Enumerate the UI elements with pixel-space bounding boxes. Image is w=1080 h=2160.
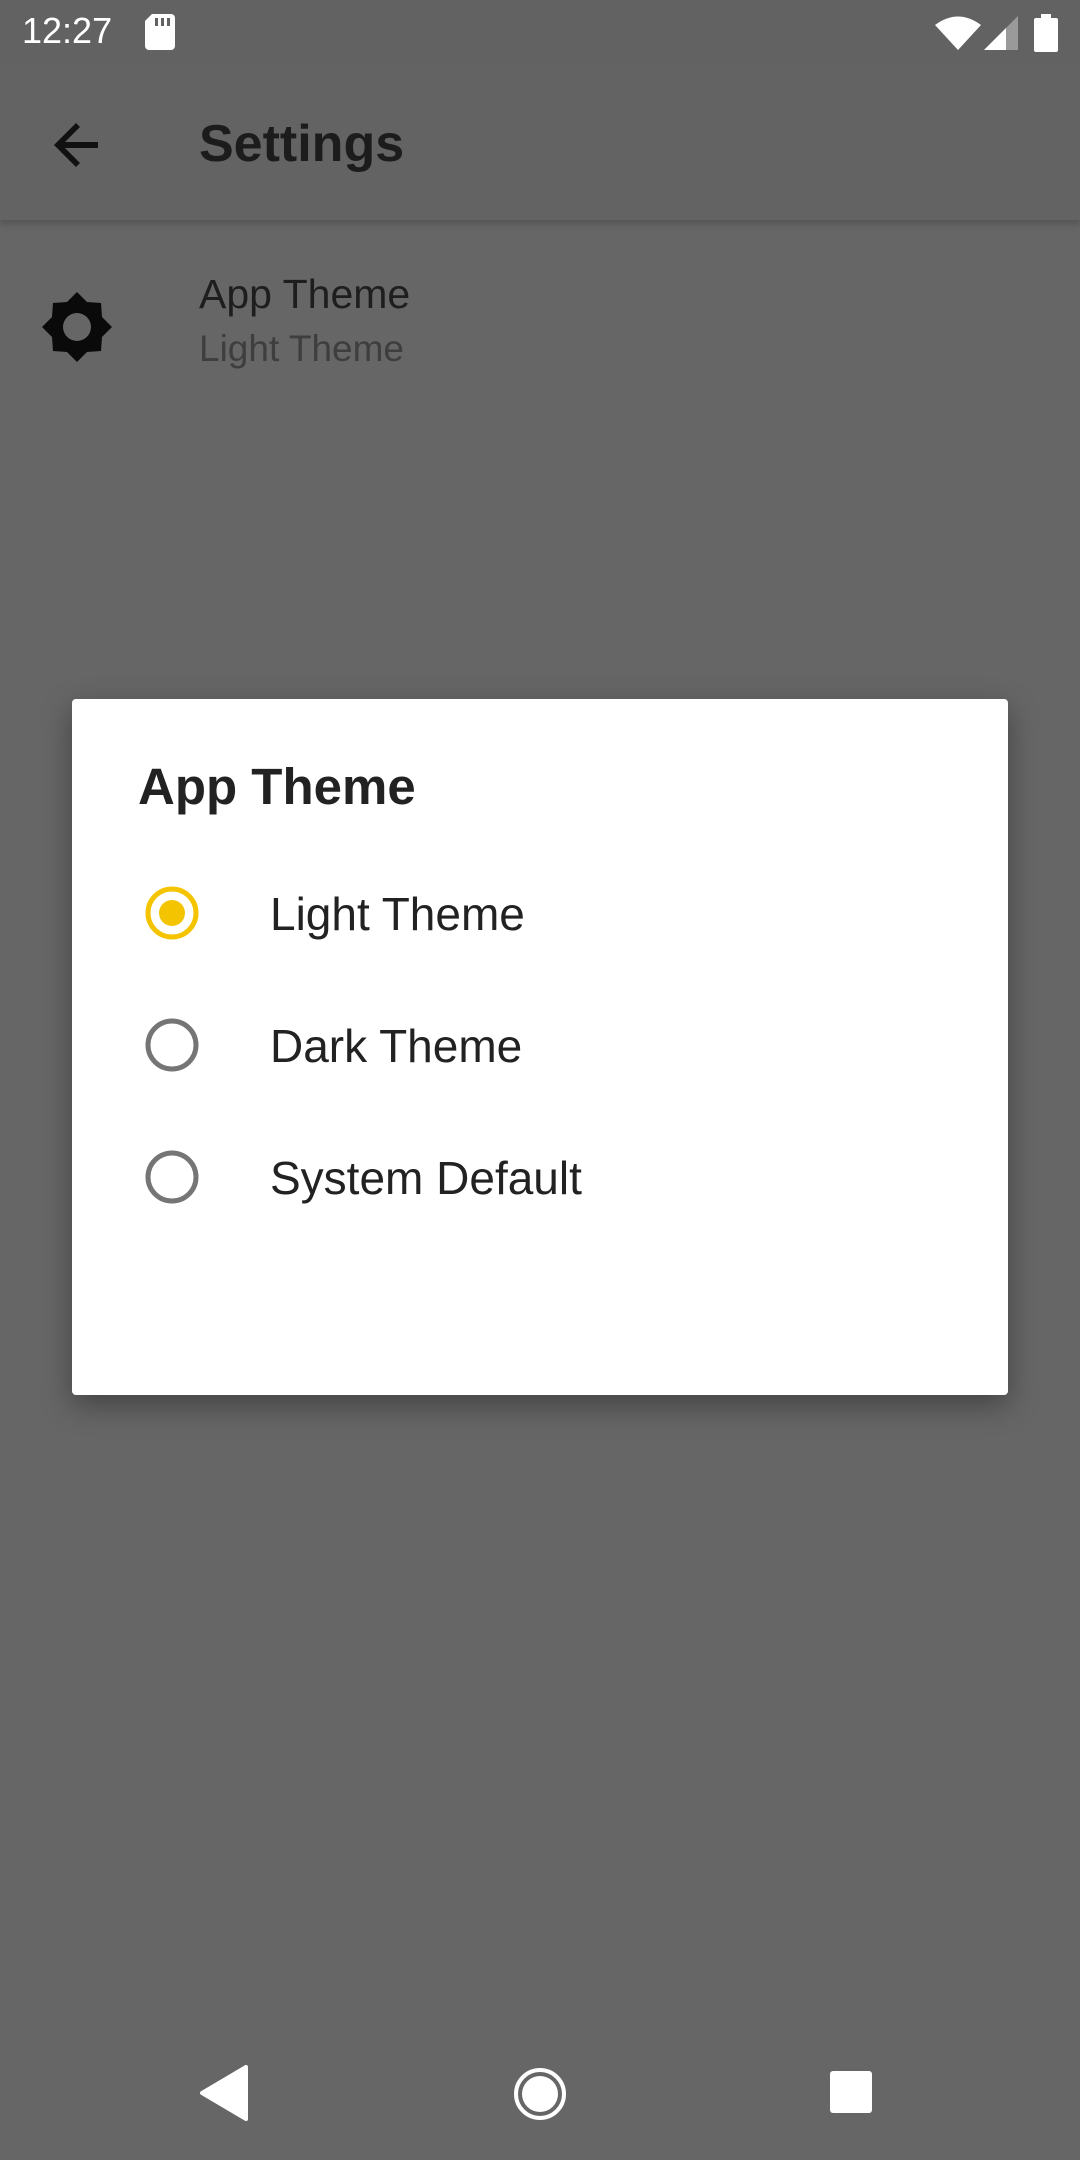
option-dark-theme[interactable]: Dark Theme (72, 980, 1008, 1110)
option-label: Dark Theme (270, 1020, 523, 1072)
radio-selected-icon[interactable] (144, 885, 200, 941)
setting-title: App Theme (199, 271, 411, 317)
battery-icon (1034, 14, 1058, 52)
recents-square-icon[interactable] (828, 2069, 874, 2115)
app-bar: Settings (0, 63, 1080, 220)
arrow-left-icon (54, 123, 98, 167)
option-label: System Default (270, 1152, 582, 1204)
setting-subtitle: Light Theme (199, 328, 404, 369)
option-system-default[interactable]: System Default (72, 1112, 1008, 1242)
screen: 12:27 Settings App Theme Light Theme App… (0, 0, 1080, 2160)
signal-icon (984, 16, 1018, 50)
setting-item-app-theme[interactable]: App Theme Light Theme (0, 230, 1080, 410)
back-button[interactable] (34, 103, 118, 187)
brightness-icon (42, 292, 112, 362)
option-light-theme[interactable]: Light Theme (72, 848, 1008, 978)
back-triangle-icon[interactable] (198, 2063, 250, 2123)
radio-unselected-icon[interactable] (144, 1017, 200, 1073)
home-circle-icon[interactable] (512, 2066, 568, 2122)
status-bar: 12:27 (0, 0, 1080, 63)
page-title: Settings (199, 115, 405, 173)
wifi-icon (935, 16, 981, 50)
status-time: 12:27 (22, 10, 113, 51)
sd-card-icon (145, 14, 175, 50)
radio-unselected-icon[interactable] (144, 1149, 200, 1205)
navigation-bar (0, 2030, 1080, 2160)
dialog-title: App Theme (138, 758, 416, 815)
option-label: Light Theme (270, 888, 525, 940)
theme-dialog: App Theme Light Theme Dark Theme System … (72, 699, 1008, 1395)
